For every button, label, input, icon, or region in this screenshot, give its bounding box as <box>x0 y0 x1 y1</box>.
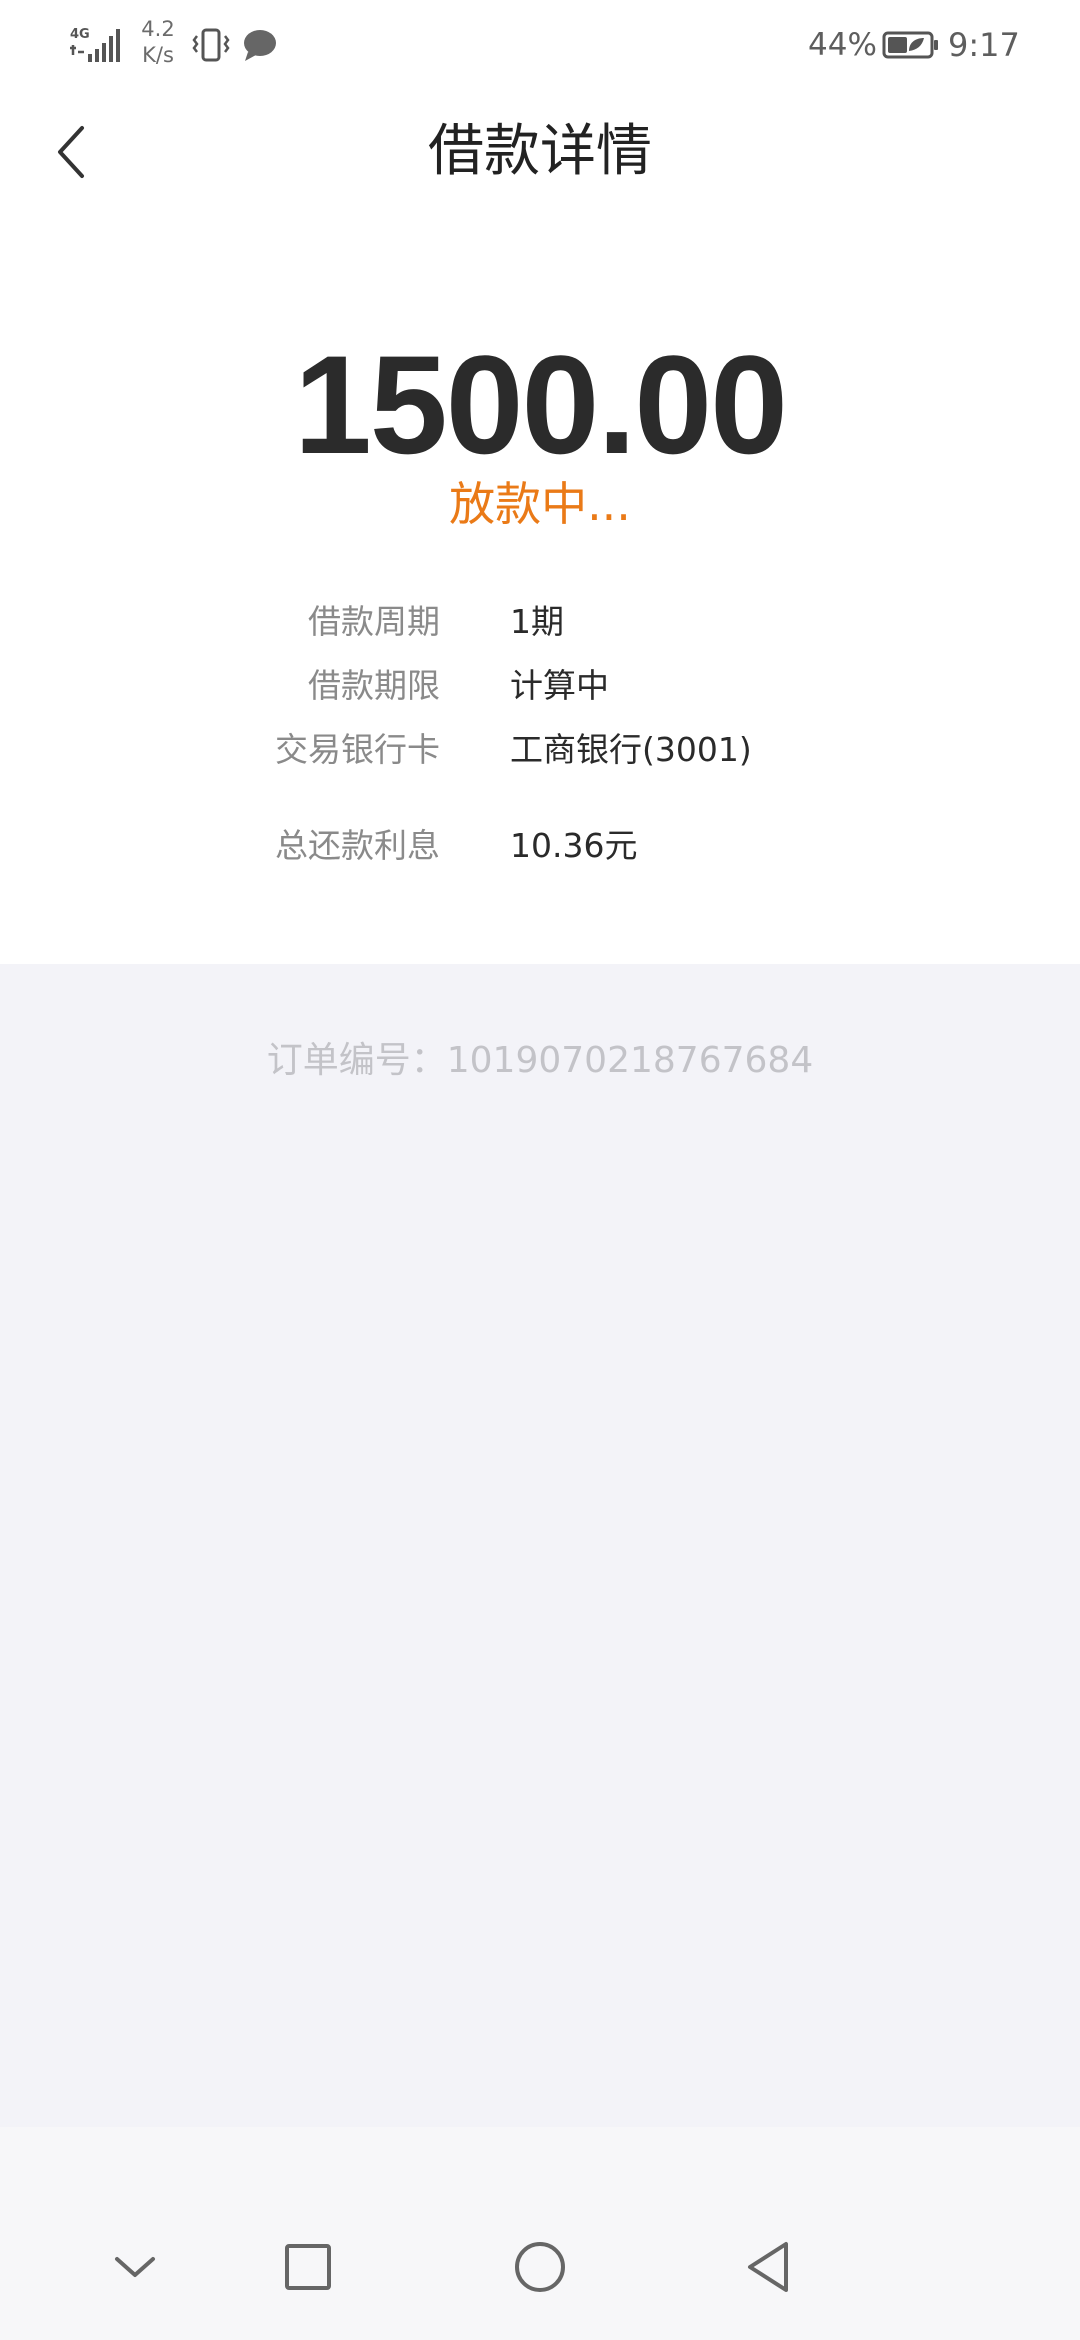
network-speed-unit: K/s <box>142 43 174 67</box>
detail-value: 10.36元 <box>510 826 638 865</box>
signal-icon: 4G <box>70 27 120 62</box>
detail-row-term: 借款期限 计算中 <box>0 658 1080 714</box>
detail-value: 1期 <box>510 602 564 641</box>
network-speed-value: 4.2 <box>141 17 175 41</box>
detail-label: 借款周期 <box>308 602 440 641</box>
network-speed: 4.2 K/s <box>138 16 178 68</box>
chat-bubble-icon <box>244 30 276 61</box>
system-nav-bar <box>0 2127 1080 2340</box>
detail-label: 总还款利息 <box>275 826 440 865</box>
detail-row-bank-card: 交易银行卡 工商银行(3001) <box>0 722 1080 778</box>
battery-percent: 44% <box>808 27 877 63</box>
detail-row-interest: 总还款利息 10.36元 <box>0 818 1080 874</box>
back-nav-button[interactable] <box>730 2227 810 2307</box>
loan-summary-card: 1500.00 放款中... 借款周期 1期 借款期限 计算中 交易银行卡 工商… <box>0 224 1080 964</box>
order-number: 订单编号：1019070218767684 <box>266 1040 814 1081</box>
recents-button[interactable] <box>268 2227 348 2307</box>
screen: 4G 4.2 K/s 44% 9:17 借款详情 1500.00 放款中... … <box>0 0 1080 2340</box>
vibrate-icon <box>192 28 230 62</box>
detail-label: 借款期限 <box>308 666 440 705</box>
detail-label: 交易银行卡 <box>275 730 440 769</box>
detail-value: 计算中 <box>510 666 609 705</box>
detail-value: 工商银行(3001) <box>510 730 752 769</box>
status-bar: 4G 4.2 K/s 44% 9:17 <box>0 0 1080 94</box>
battery-icon <box>882 31 938 59</box>
clock: 9:17 <box>948 26 1020 64</box>
square-icon <box>285 2244 331 2290</box>
loan-status: 放款中... <box>449 477 631 531</box>
collapse-button[interactable] <box>95 2227 175 2307</box>
home-button[interactable] <box>500 2227 580 2307</box>
network-type-label: 4G <box>70 27 90 42</box>
header: 借款详情 <box>0 94 1080 224</box>
detail-row-period: 借款周期 1期 <box>0 594 1080 650</box>
page-title: 借款详情 <box>428 119 652 184</box>
chevron-down-icon <box>115 2257 155 2277</box>
loan-amount: 1500.00 <box>293 326 788 483</box>
triangle-back-icon <box>748 2242 788 2292</box>
circle-icon <box>515 2242 565 2292</box>
